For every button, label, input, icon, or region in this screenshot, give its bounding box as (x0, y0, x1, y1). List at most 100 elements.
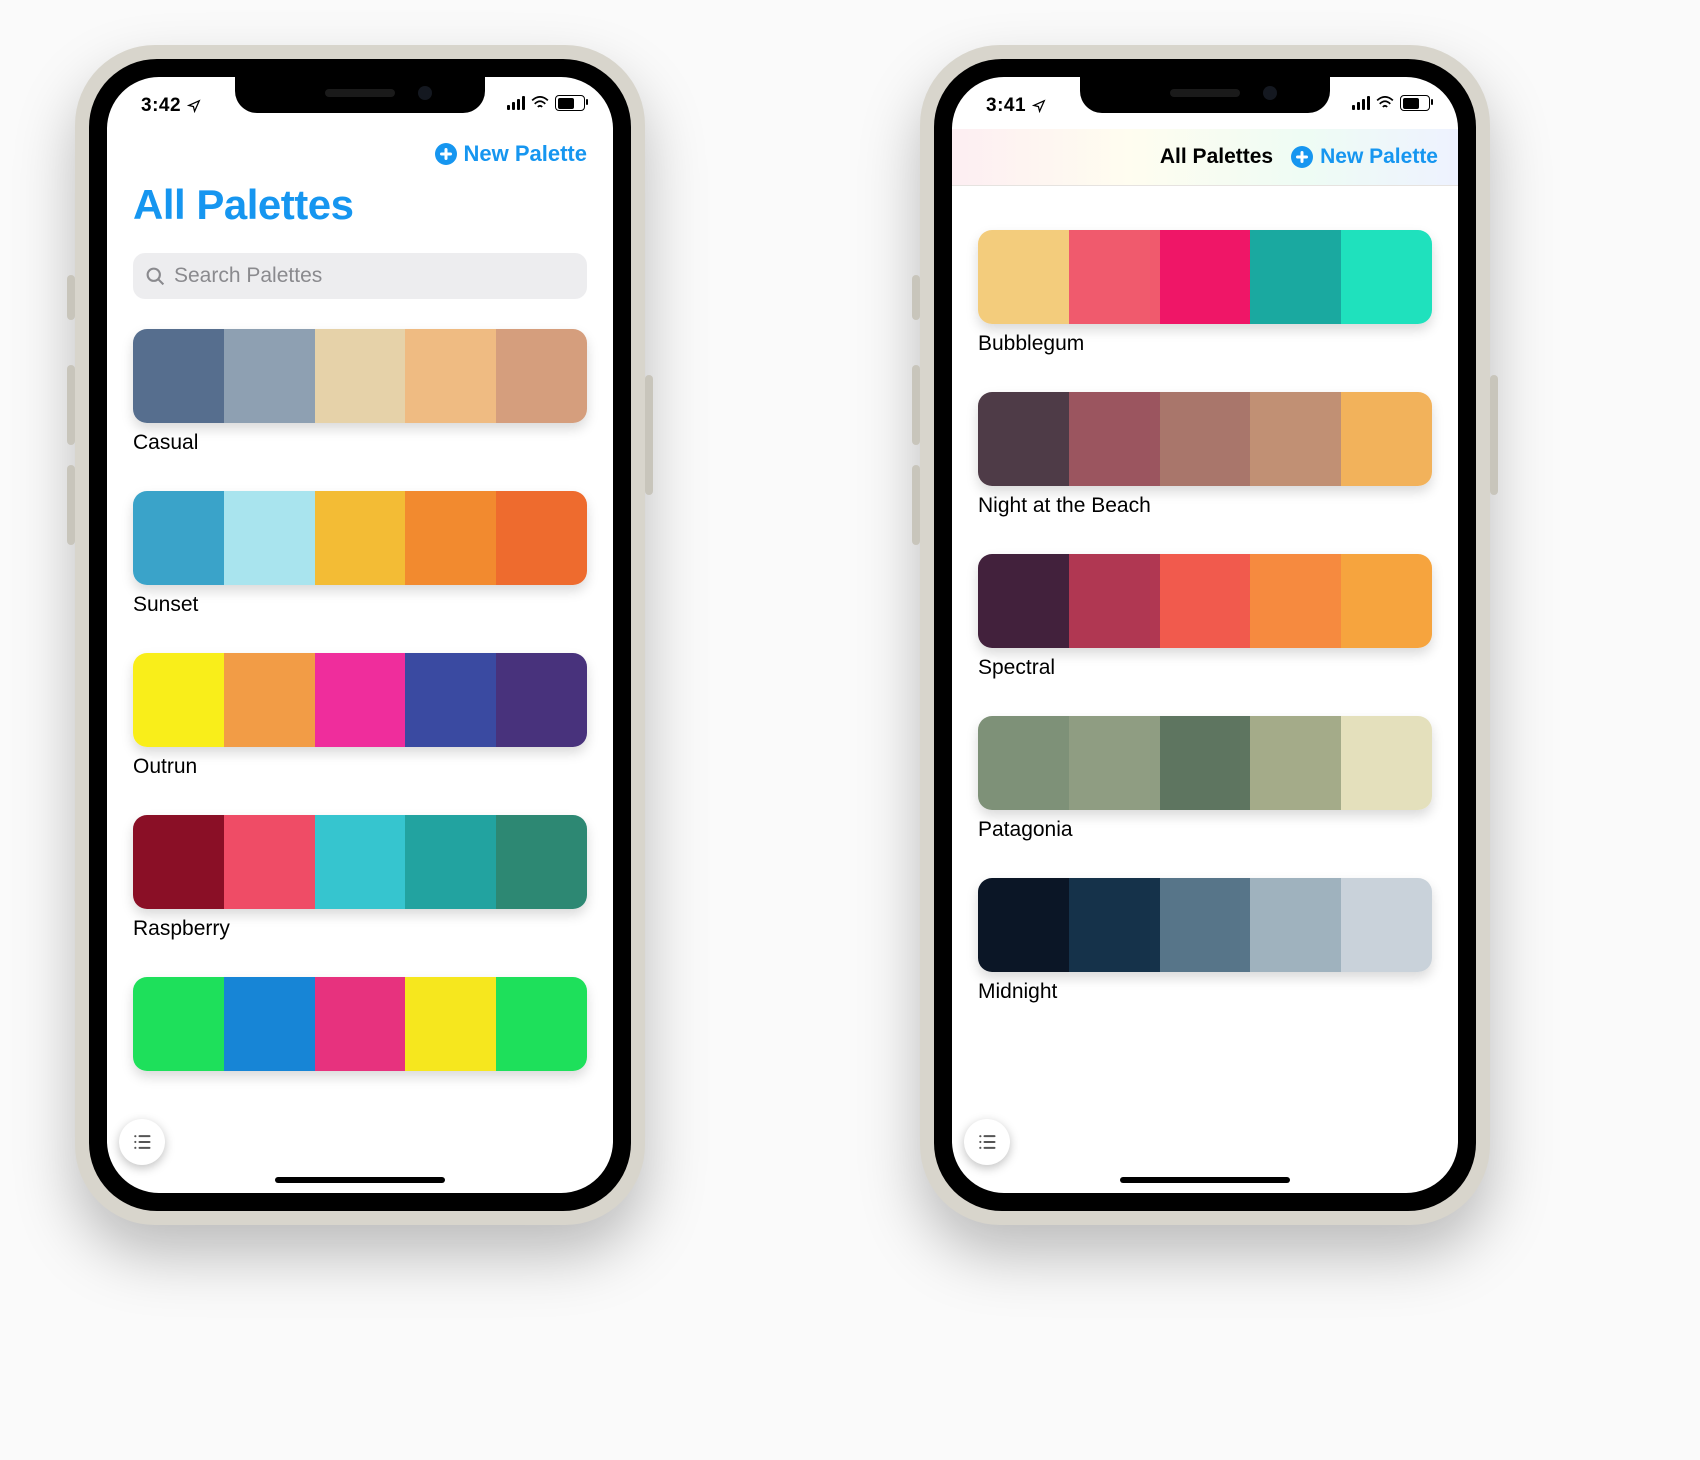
status-time-text: 3:41 (986, 95, 1026, 117)
swatch (1341, 716, 1432, 810)
notch (235, 77, 485, 113)
swatch (1160, 230, 1251, 324)
swatch (1341, 230, 1432, 324)
swatch (978, 230, 1069, 324)
swatch (978, 392, 1069, 486)
page-title: All Palettes (1160, 145, 1273, 169)
swatch (133, 491, 224, 585)
new-palette-label: New Palette (1320, 145, 1438, 169)
swatch (224, 329, 315, 423)
palette-list[interactable]: Casual Sunset Outrun Raspberry (107, 329, 613, 1193)
swatch (405, 815, 496, 909)
swatch (1250, 554, 1341, 648)
list-view-button[interactable] (964, 1119, 1010, 1165)
swatch (1250, 878, 1341, 972)
home-indicator[interactable] (275, 1177, 445, 1183)
new-palette-label: New Palette (464, 141, 588, 167)
signal-icon (507, 96, 525, 110)
swatch (1341, 554, 1432, 648)
nav-header-large: New Palette All Palettes Search Palettes (107, 129, 613, 299)
swatch (1069, 230, 1160, 324)
palette-item[interactable] (133, 977, 587, 1071)
palette-item[interactable]: Night at the Beach (978, 392, 1432, 518)
swatch (1069, 716, 1160, 810)
page-title: All Palettes (133, 181, 587, 229)
palette-list[interactable]: Bubblegum Night at the Beach Spectral Patag… (952, 186, 1458, 1180)
palette-item[interactable]: Sunset (133, 491, 587, 617)
palette-name: Raspberry (133, 917, 587, 941)
palette-item[interactable]: Spectral (978, 554, 1432, 680)
swatch (496, 653, 587, 747)
palette-item[interactable]: Outrun (133, 653, 587, 779)
phone-right: 3:41 All Palettes New Palette (920, 45, 1490, 1225)
palette-name: Sunset (133, 593, 587, 617)
phone-left: 3:42 New Palette (75, 45, 645, 1225)
status-time-text: 3:42 (141, 95, 181, 117)
list-view-button[interactable] (119, 1119, 165, 1165)
palette-item[interactable]: Patagonia (978, 716, 1432, 842)
swatch (224, 491, 315, 585)
plus-circle-icon (1291, 146, 1313, 168)
palette-swatches (978, 554, 1432, 648)
battery-icon (555, 95, 585, 111)
swatch (315, 491, 406, 585)
palette-item[interactable]: Raspberry (133, 815, 587, 941)
swatch (1069, 554, 1160, 648)
swatch (315, 815, 406, 909)
palette-name: Patagonia (978, 818, 1432, 842)
swatch (133, 977, 224, 1071)
new-palette-button[interactable]: New Palette (1291, 145, 1438, 169)
nav-header-compact: All Palettes New Palette (952, 129, 1458, 186)
palette-swatches (133, 491, 587, 585)
swatch (133, 815, 224, 909)
home-indicator[interactable] (1120, 1177, 1290, 1183)
swatch (224, 977, 315, 1071)
swatch (224, 653, 315, 747)
swatch (496, 815, 587, 909)
swatch (405, 977, 496, 1071)
swatch (1250, 392, 1341, 486)
location-icon (1032, 99, 1046, 113)
swatch (1069, 878, 1160, 972)
palette-name: Bubblegum (978, 332, 1432, 356)
palette-swatches (978, 878, 1432, 972)
palette-name: Casual (133, 431, 587, 455)
status-indicators (1352, 95, 1430, 111)
search-icon (145, 266, 166, 287)
location-icon (187, 99, 201, 113)
swatch (1069, 392, 1160, 486)
notch (1080, 77, 1330, 113)
palette-swatches (133, 329, 587, 423)
swatch (1160, 554, 1251, 648)
swatch (978, 716, 1069, 810)
search-placeholder: Search Palettes (174, 264, 322, 288)
swatch (133, 329, 224, 423)
status-time: 3:42 (141, 95, 201, 117)
palette-name: Outrun (133, 755, 587, 779)
signal-icon (1352, 96, 1370, 110)
palette-swatches (133, 653, 587, 747)
swatch (496, 977, 587, 1071)
new-palette-button[interactable]: New Palette (435, 141, 588, 167)
swatch (405, 491, 496, 585)
palette-item[interactable]: Bubblegum (978, 230, 1432, 356)
swatch (496, 491, 587, 585)
search-input[interactable]: Search Palettes (133, 253, 587, 299)
swatch (315, 329, 406, 423)
list-icon (131, 1132, 153, 1152)
wifi-icon (1376, 96, 1394, 110)
palette-swatches (978, 716, 1432, 810)
swatch (133, 653, 224, 747)
palette-item[interactable]: Midnight (978, 878, 1432, 1004)
swatch (1250, 716, 1341, 810)
swatch (1341, 392, 1432, 486)
wifi-icon (531, 96, 549, 110)
battery-icon (1400, 95, 1430, 111)
palette-item[interactable]: Casual (133, 329, 587, 455)
swatch (978, 878, 1069, 972)
swatch (405, 329, 496, 423)
swatch (1160, 392, 1251, 486)
palette-swatches (133, 815, 587, 909)
swatch (1160, 716, 1251, 810)
swatch (315, 653, 406, 747)
